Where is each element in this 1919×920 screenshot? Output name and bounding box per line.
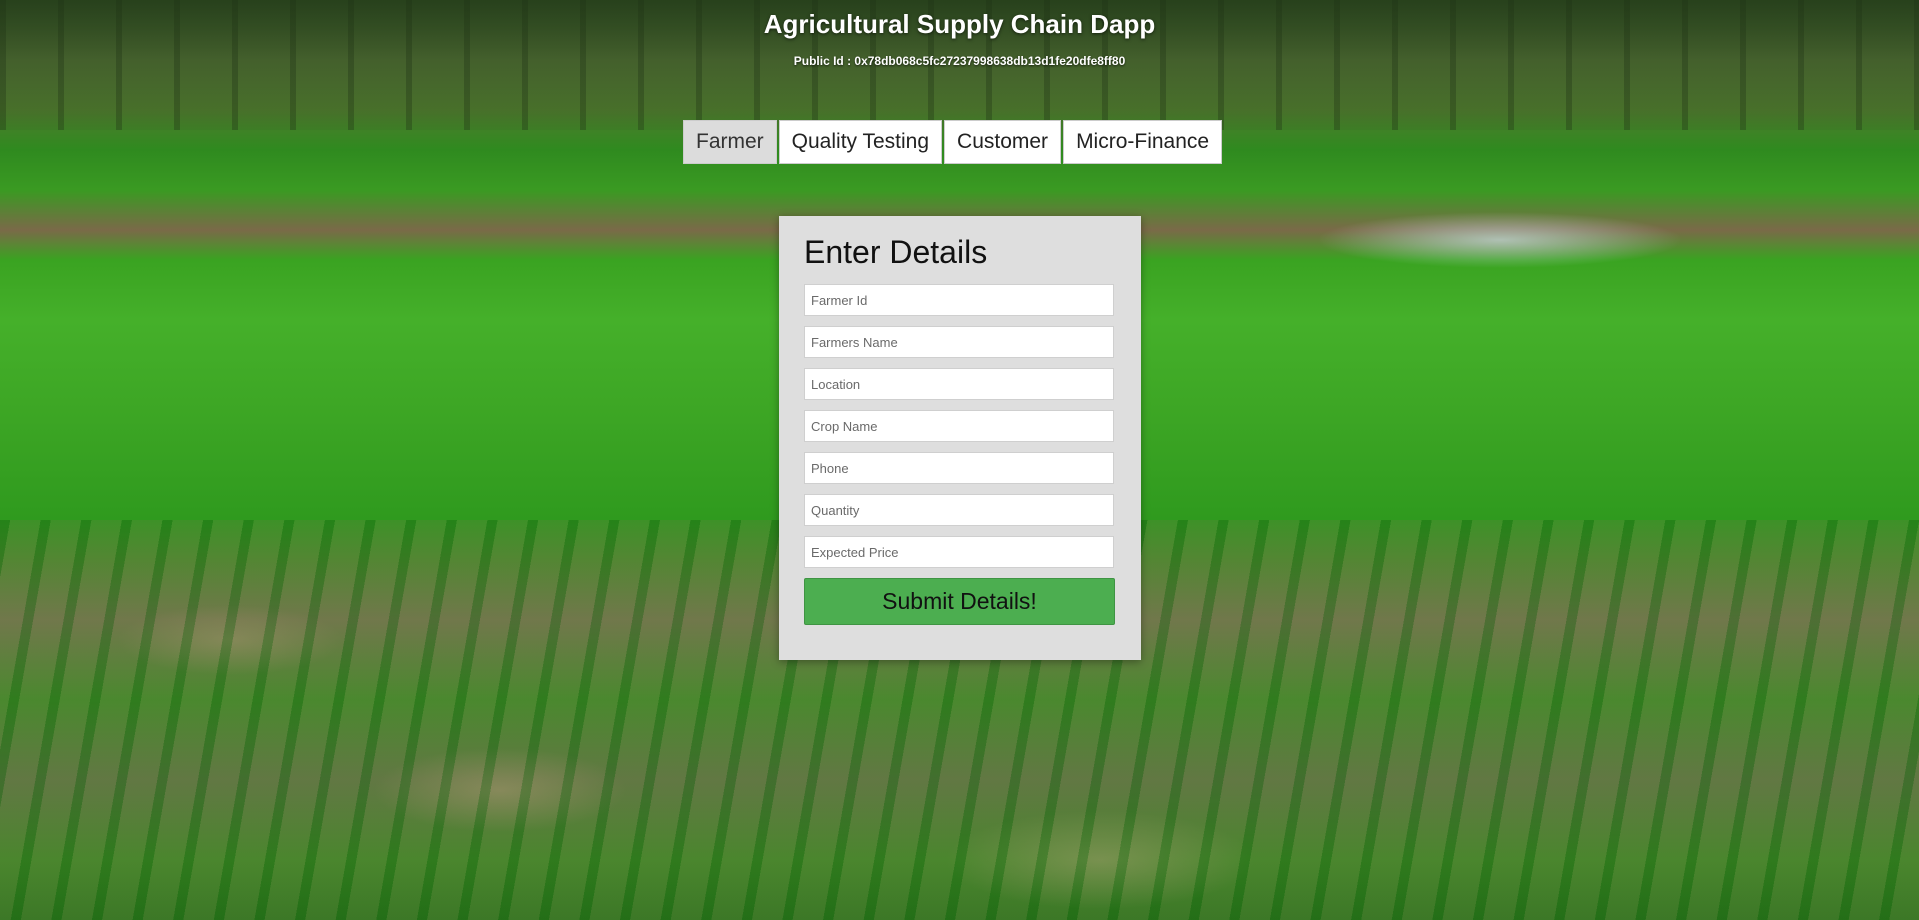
tab-quality-testing[interactable]: Quality Testing <box>778 120 943 164</box>
location-input[interactable] <box>804 368 1114 400</box>
submit-details-button[interactable]: Submit Details! <box>804 578 1115 625</box>
page-background: Agricultural Supply Chain Dapp Public Id… <box>0 0 1919 920</box>
tab-farmer[interactable]: Farmer <box>683 120 777 164</box>
quantity-input[interactable] <box>804 494 1114 526</box>
header: Agricultural Supply Chain Dapp Public Id… <box>0 0 1919 68</box>
public-id: Public Id : 0x78db068c5fc27237998638db13… <box>793 54 1126 68</box>
farmer-id-input[interactable] <box>804 284 1114 316</box>
role-tabs: Farmer Quality Testing Customer Micro-Fi… <box>683 120 1223 164</box>
app-title: Agricultural Supply Chain Dapp <box>763 9 1156 39</box>
tab-customer[interactable]: Customer <box>944 120 1062 164</box>
phone-input[interactable] <box>804 452 1114 484</box>
crop-name-input[interactable] <box>804 410 1114 442</box>
expected-price-input[interactable] <box>804 536 1114 568</box>
farmers-name-input[interactable] <box>804 326 1114 358</box>
details-form-card: Enter Details Submit Details! <box>779 216 1141 660</box>
form-title: Enter Details <box>804 234 988 270</box>
tab-micro-finance[interactable]: Micro-Finance <box>1063 120 1223 164</box>
